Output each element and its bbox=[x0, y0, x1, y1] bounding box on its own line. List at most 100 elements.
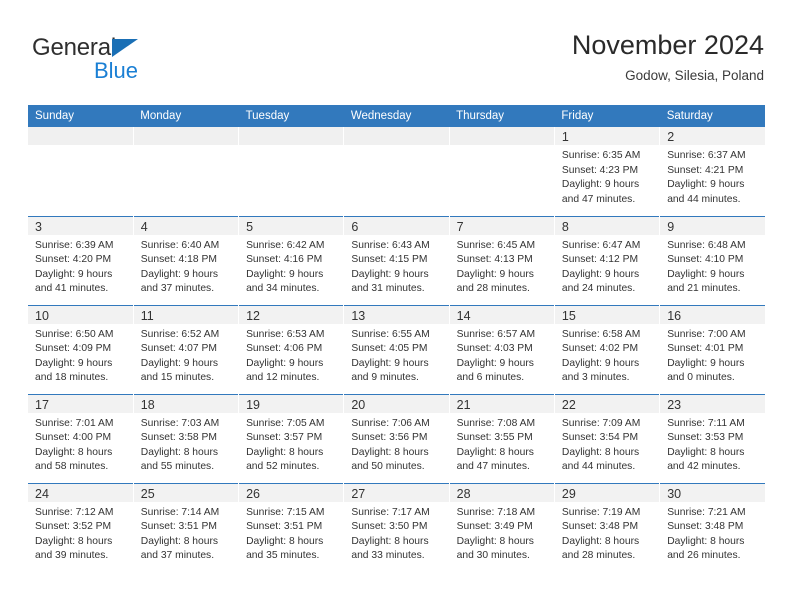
day-cell[interactable]: 17 Sunrise: 7:01 AM Sunset: 4:00 PM Dayligh… bbox=[28, 393, 134, 483]
day-cell[interactable]: 7 Sunrise: 6:45 AM Sunset: 4:13 PM Daylight… bbox=[449, 215, 555, 305]
sunset-time: Sunset: 4:13 PM bbox=[456, 254, 533, 266]
day-number: 15 bbox=[561, 308, 576, 323]
day-cell[interactable]: 25 Sunrise: 7:14 AM Sunset: 3:51 PM Dayligh… bbox=[133, 482, 240, 572]
daylight-duration-line-1: Daylight: 9 hours bbox=[351, 268, 429, 280]
day-number: 8 bbox=[561, 219, 569, 234]
sunrise-time: Sunrise: 7:18 AM bbox=[456, 506, 536, 518]
day-number-band: 1 bbox=[554, 127, 660, 145]
day-cell[interactable]: 4 Sunrise: 6:40 AM Sunset: 4:18 PM Daylight… bbox=[133, 215, 240, 305]
day-cell[interactable]: 24 Sunrise: 7:12 AM Sunset: 3:52 PM Dayligh… bbox=[28, 482, 134, 572]
general-blue-logo[interactable]: General Blue bbox=[32, 34, 212, 92]
daylight-duration-line-2: and 47 minutes. bbox=[456, 461, 530, 473]
day-details: Sunrise: 6:42 AM Sunset: 4:16 PM Daylight:… bbox=[239, 235, 343, 297]
day-number: 18 bbox=[140, 397, 155, 412]
sunrise-time: Sunrise: 7:19 AM bbox=[561, 506, 641, 518]
day-cell[interactable]: 22 Sunrise: 7:09 AM Sunset: 3:54 PM Dayligh… bbox=[554, 393, 661, 483]
day-details bbox=[239, 145, 343, 149]
day-cell[interactable]: 13 Sunrise: 6:55 AM Sunset: 4:05 PM Dayligh… bbox=[343, 304, 450, 394]
daylight-duration-line-1: Daylight: 9 hours bbox=[246, 268, 324, 280]
daylight-duration-line-2: and 41 minutes. bbox=[35, 283, 109, 295]
logo-text-blue: Blue bbox=[94, 58, 139, 83]
daylight-duration-line-2: and 55 minutes. bbox=[140, 461, 215, 473]
day-details: Sunrise: 6:55 AM Sunset: 4:05 PM Daylight:… bbox=[344, 324, 448, 386]
day-cell[interactable]: 9 Sunrise: 6:48 AM Sunset: 4:10 PM Daylight… bbox=[659, 215, 765, 305]
day-cell[interactable]: 11 Sunrise: 6:52 AM Sunset: 4:07 PM Dayligh… bbox=[133, 304, 240, 394]
day-number: 30 bbox=[667, 486, 682, 501]
day-details: Sunrise: 7:03 AM Sunset: 3:58 PM Daylight:… bbox=[134, 413, 238, 475]
day-cell[interactable]: 20 Sunrise: 7:06 AM Sunset: 3:56 PM Dayligh… bbox=[343, 393, 450, 483]
daylight-duration-line-2: and 37 minutes. bbox=[140, 283, 215, 295]
daylight-duration-line-1: Daylight: 9 hours bbox=[561, 268, 640, 280]
day-cell[interactable]: 19 Sunrise: 7:05 AM Sunset: 3:57 PM Dayligh… bbox=[238, 393, 345, 483]
weekday-header-wednesday: Wednesday bbox=[343, 105, 450, 127]
day-details: Sunrise: 6:53 AM Sunset: 4:06 PM Daylight:… bbox=[239, 324, 343, 386]
sunrise-time: Sunrise: 6:52 AM bbox=[140, 328, 220, 340]
day-number-band: 16 bbox=[660, 305, 765, 324]
day-number: 10 bbox=[35, 308, 49, 323]
daylight-duration-line-2: and 9 minutes. bbox=[351, 372, 419, 384]
day-number: 7 bbox=[456, 219, 464, 234]
day-number-band bbox=[133, 127, 239, 145]
sunrise-time: Sunrise: 7:09 AM bbox=[561, 417, 641, 429]
sunset-time: Sunset: 4:02 PM bbox=[561, 343, 639, 355]
day-cell[interactable]: 18 Sunrise: 7:03 AM Sunset: 3:58 PM Dayligh… bbox=[133, 393, 240, 483]
daylight-duration-line-2: and 21 minutes. bbox=[667, 283, 741, 295]
day-cell[interactable]: 26 Sunrise: 7:15 AM Sunset: 3:51 PM Dayligh… bbox=[238, 482, 345, 572]
sunset-time: Sunset: 4:10 PM bbox=[667, 254, 744, 266]
sunset-time: Sunset: 3:55 PM bbox=[456, 432, 533, 444]
day-cell[interactable]: 10 Sunrise: 6:50 AM Sunset: 4:09 PM Dayligh… bbox=[28, 304, 134, 394]
day-details: Sunrise: 7:09 AM Sunset: 3:54 PM Daylight:… bbox=[555, 413, 659, 475]
day-number: 4 bbox=[140, 219, 148, 234]
day-number-band: 24 bbox=[28, 483, 133, 502]
sunset-time: Sunset: 3:58 PM bbox=[140, 432, 217, 444]
day-number-band: 23 bbox=[660, 394, 765, 413]
day-cell[interactable]: 12 Sunrise: 6:53 AM Sunset: 4:06 PM Dayligh… bbox=[238, 304, 345, 394]
sunset-time: Sunset: 4:16 PM bbox=[246, 254, 323, 266]
day-number-band: 11 bbox=[133, 305, 239, 324]
day-number-band: 6 bbox=[344, 216, 449, 235]
day-cell[interactable]: 21 Sunrise: 7:08 AM Sunset: 3:55 PM Dayligh… bbox=[449, 393, 555, 483]
daylight-duration-line-1: Daylight: 9 hours bbox=[667, 357, 745, 369]
day-cell[interactable]: 29 Sunrise: 7:19 AM Sunset: 3:48 PM Dayligh… bbox=[554, 482, 661, 572]
day-cell[interactable]: 2 Sunrise: 6:37 AM Sunset: 4:21 PM Daylight… bbox=[659, 127, 765, 216]
daylight-duration-line-2: and 0 minutes. bbox=[667, 372, 735, 384]
sunset-time: Sunset: 3:50 PM bbox=[351, 521, 428, 533]
day-cell[interactable]: 27 Sunrise: 7:17 AM Sunset: 3:50 PM Dayligh… bbox=[343, 482, 450, 572]
day-details: Sunrise: 7:19 AM Sunset: 3:48 PM Daylight:… bbox=[555, 502, 659, 564]
calendar-week-row: 10 Sunrise: 6:50 AM Sunset: 4:09 PM Dayligh… bbox=[28, 304, 765, 394]
day-cell[interactable]: 16 Sunrise: 7:00 AM Sunset: 4:01 PM Dayligh… bbox=[659, 304, 765, 394]
sunrise-time: Sunrise: 7:12 AM bbox=[35, 506, 114, 518]
day-cell[interactable]: 5 Sunrise: 6:42 AM Sunset: 4:16 PM Daylight… bbox=[238, 215, 345, 305]
daylight-duration-line-1: Daylight: 8 hours bbox=[246, 535, 324, 547]
day-cell[interactable]: 14 Sunrise: 6:57 AM Sunset: 4:03 PM Dayligh… bbox=[449, 304, 555, 394]
page-title: November 2024 bbox=[571, 30, 764, 60]
day-cell[interactable]: 8 Sunrise: 6:47 AM Sunset: 4:12 PM Daylight… bbox=[554, 215, 661, 305]
daylight-duration-line-2: and 39 minutes. bbox=[35, 550, 109, 562]
day-number-band: 8 bbox=[554, 216, 660, 235]
daylight-duration-line-1: Daylight: 9 hours bbox=[456, 357, 534, 369]
page-header: General Blue November 2024 Godow, Silesi… bbox=[28, 28, 764, 100]
sunrise-time: Sunrise: 7:03 AM bbox=[140, 417, 220, 429]
sunset-time: Sunset: 3:48 PM bbox=[561, 521, 639, 533]
sunset-time: Sunset: 4:05 PM bbox=[351, 343, 428, 355]
day-number-band: 12 bbox=[239, 305, 344, 324]
calendar-body: 1 Sunrise: 6:35 AM Sunset: 4:23 PM Daylight… bbox=[28, 127, 765, 572]
sunrise-time: Sunrise: 6:45 AM bbox=[456, 239, 536, 251]
day-cell[interactable]: 30 Sunrise: 7:21 AM Sunset: 3:48 PM Dayligh… bbox=[659, 482, 765, 572]
day-cell[interactable]: 15 Sunrise: 6:58 AM Sunset: 4:02 PM Dayligh… bbox=[554, 304, 661, 394]
day-number: 21 bbox=[456, 397, 471, 412]
day-cell[interactable]: 3 Sunrise: 6:39 AM Sunset: 4:20 PM Daylight… bbox=[28, 215, 134, 305]
sunset-time: Sunset: 4:15 PM bbox=[351, 254, 428, 266]
day-cell[interactable]: 28 Sunrise: 7:18 AM Sunset: 3:49 PM Dayligh… bbox=[449, 482, 555, 572]
day-cell[interactable]: 23 Sunrise: 7:11 AM Sunset: 3:53 PM Dayligh… bbox=[659, 393, 765, 483]
day-details: Sunrise: 6:37 AM Sunset: 4:21 PM Daylight:… bbox=[660, 145, 765, 207]
day-number: 19 bbox=[246, 397, 260, 412]
day-details: Sunrise: 7:12 AM Sunset: 3:52 PM Daylight:… bbox=[28, 502, 133, 564]
sunset-time: Sunset: 3:56 PM bbox=[351, 432, 428, 444]
daylight-duration-line-2: and 12 minutes. bbox=[246, 372, 320, 384]
day-details bbox=[28, 145, 133, 149]
day-cell[interactable]: 6 Sunrise: 6:43 AM Sunset: 4:15 PM Daylight… bbox=[343, 215, 450, 305]
day-cell[interactable]: 1 Sunrise: 6:35 AM Sunset: 4:23 PM Daylight… bbox=[554, 127, 661, 216]
sunrise-time: Sunrise: 6:58 AM bbox=[561, 328, 641, 340]
day-number-band: 3 bbox=[28, 216, 133, 235]
